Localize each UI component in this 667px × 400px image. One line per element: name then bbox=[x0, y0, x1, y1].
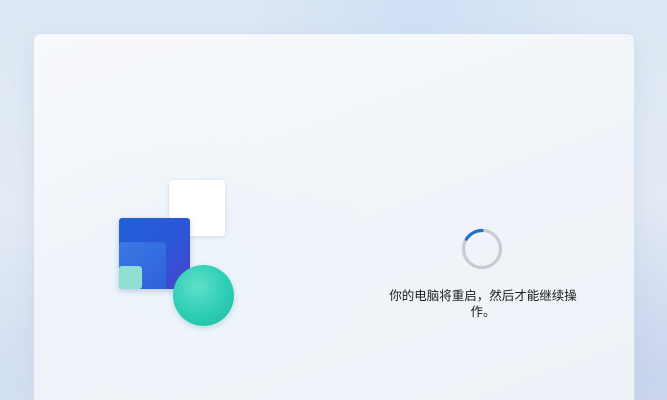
restart-message: 你的电脑将重启，然后才能继续操作。 bbox=[389, 288, 577, 319]
teal-circle-shape bbox=[173, 265, 234, 326]
spinner-arc bbox=[464, 228, 484, 241]
loading-spinner-icon bbox=[461, 228, 503, 270]
mint-square-shape bbox=[119, 266, 142, 289]
update-illustration bbox=[118, 180, 238, 330]
